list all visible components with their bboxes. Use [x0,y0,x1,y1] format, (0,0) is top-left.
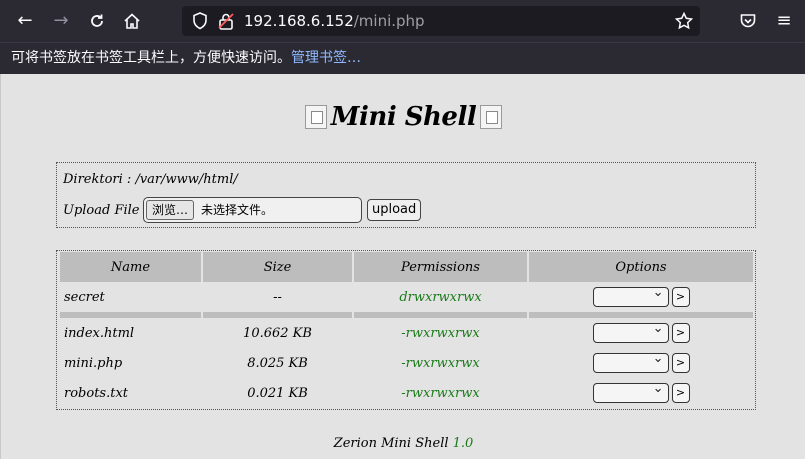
page-content: Mini Shell Direktori : /var/www/html/ Up… [0,74,805,459]
directory-path: Direktori : /var/www/html/ [63,172,238,187]
go-button[interactable]: > [671,353,690,373]
pocket-icon[interactable] [735,8,761,34]
file-name-link[interactable]: secret [60,282,201,312]
file-size: 10.662 KB [243,325,312,341]
file-permissions[interactable]: -rwxrwxrwx [354,348,527,378]
file-table-panel: Name Size Permissions Options secret -- … [56,250,756,410]
bookmark-star-icon[interactable] [674,11,694,31]
file-options: > [529,378,753,408]
header-size: Size [203,252,352,282]
file-name-link[interactable]: mini.php [60,348,201,378]
file-name-link[interactable]: index.html [60,318,201,348]
action-select[interactable] [592,285,669,307]
upload-panel: Direktori : /var/www/html/ Upload File :… [56,162,756,228]
go-button[interactable]: > [671,323,690,343]
insecure-lock-icon[interactable] [216,11,236,31]
table-row: mini.php 8.025 KB -rwxrwxrwx > [60,348,753,378]
reload-icon[interactable] [84,8,110,34]
menu-icon[interactable]: ≡ [771,8,797,34]
page-title: Mini Shell [330,102,477,132]
header-name: Name [60,252,201,282]
upload-label: Upload File : [63,203,149,218]
broken-image-icon [304,105,327,129]
go-button[interactable]: > [671,383,690,403]
no-file-text: 未选择文件。 [201,203,274,217]
file-name-link[interactable]: robots.txt [60,378,201,408]
directory-link[interactable]: /var/www/html/ [135,172,237,187]
browse-button[interactable]: 浏览… [146,200,195,220]
header-permissions: Permissions [354,252,527,282]
file-size: 8.025 KB [247,355,308,371]
action-select[interactable] [592,321,669,343]
table-row: index.html 10.662 KB -rwxrwxrwx > [60,318,753,348]
browser-toolbar: ← → 192.168.6.152/mini.php ≡ [0,0,805,42]
header-options: Options [529,252,753,282]
table-header: Name Size Permissions Options [60,252,753,282]
bookmarks-hint: 可将书签放在书签工具栏上，方便快速访问。 [11,50,291,66]
version-label: 1.0 [452,436,474,451]
url-bar[interactable]: 192.168.6.152/mini.php [182,6,700,36]
file-permissions[interactable]: -rwxrwxrwx [354,378,527,408]
broken-image-icon [480,105,503,129]
title-row: Mini Shell [1,102,805,136]
url-text[interactable]: 192.168.6.152/mini.php [244,6,425,36]
shield-icon[interactable] [190,11,210,31]
file-permissions[interactable]: drwxrwxrwx [354,282,527,312]
file-options: > [529,282,753,312]
file-options: > [529,318,753,348]
footer: Zerion Mini Shell 1.0 [333,436,474,451]
bookmarks-bar: 可将书签放在书签工具栏上，方便快速访问。管理书签… [0,42,805,74]
manage-bookmarks-link[interactable]: 管理书签… [291,50,361,66]
home-icon[interactable] [119,8,145,34]
table-row: robots.txt 0.021 KB -rwxrwxrwx > [60,378,753,408]
file-table: Name Size Permissions Options secret -- … [58,252,755,408]
upload-button[interactable]: upload [367,199,422,221]
table-row: secret -- drwxrwxrwx > [60,282,753,312]
file-options: > [529,348,753,378]
go-button[interactable]: > [671,287,690,307]
file-size: 0.021 KB [247,385,308,401]
action-select[interactable] [592,351,669,373]
file-size: -- [273,289,282,305]
back-icon[interactable]: ← [12,8,38,34]
file-input[interactable]: 浏览… 未选择文件。 [143,197,362,223]
forward-icon[interactable]: → [48,8,74,34]
action-select[interactable] [592,381,669,403]
file-permissions[interactable]: -rwxrwxrwx [354,318,527,348]
